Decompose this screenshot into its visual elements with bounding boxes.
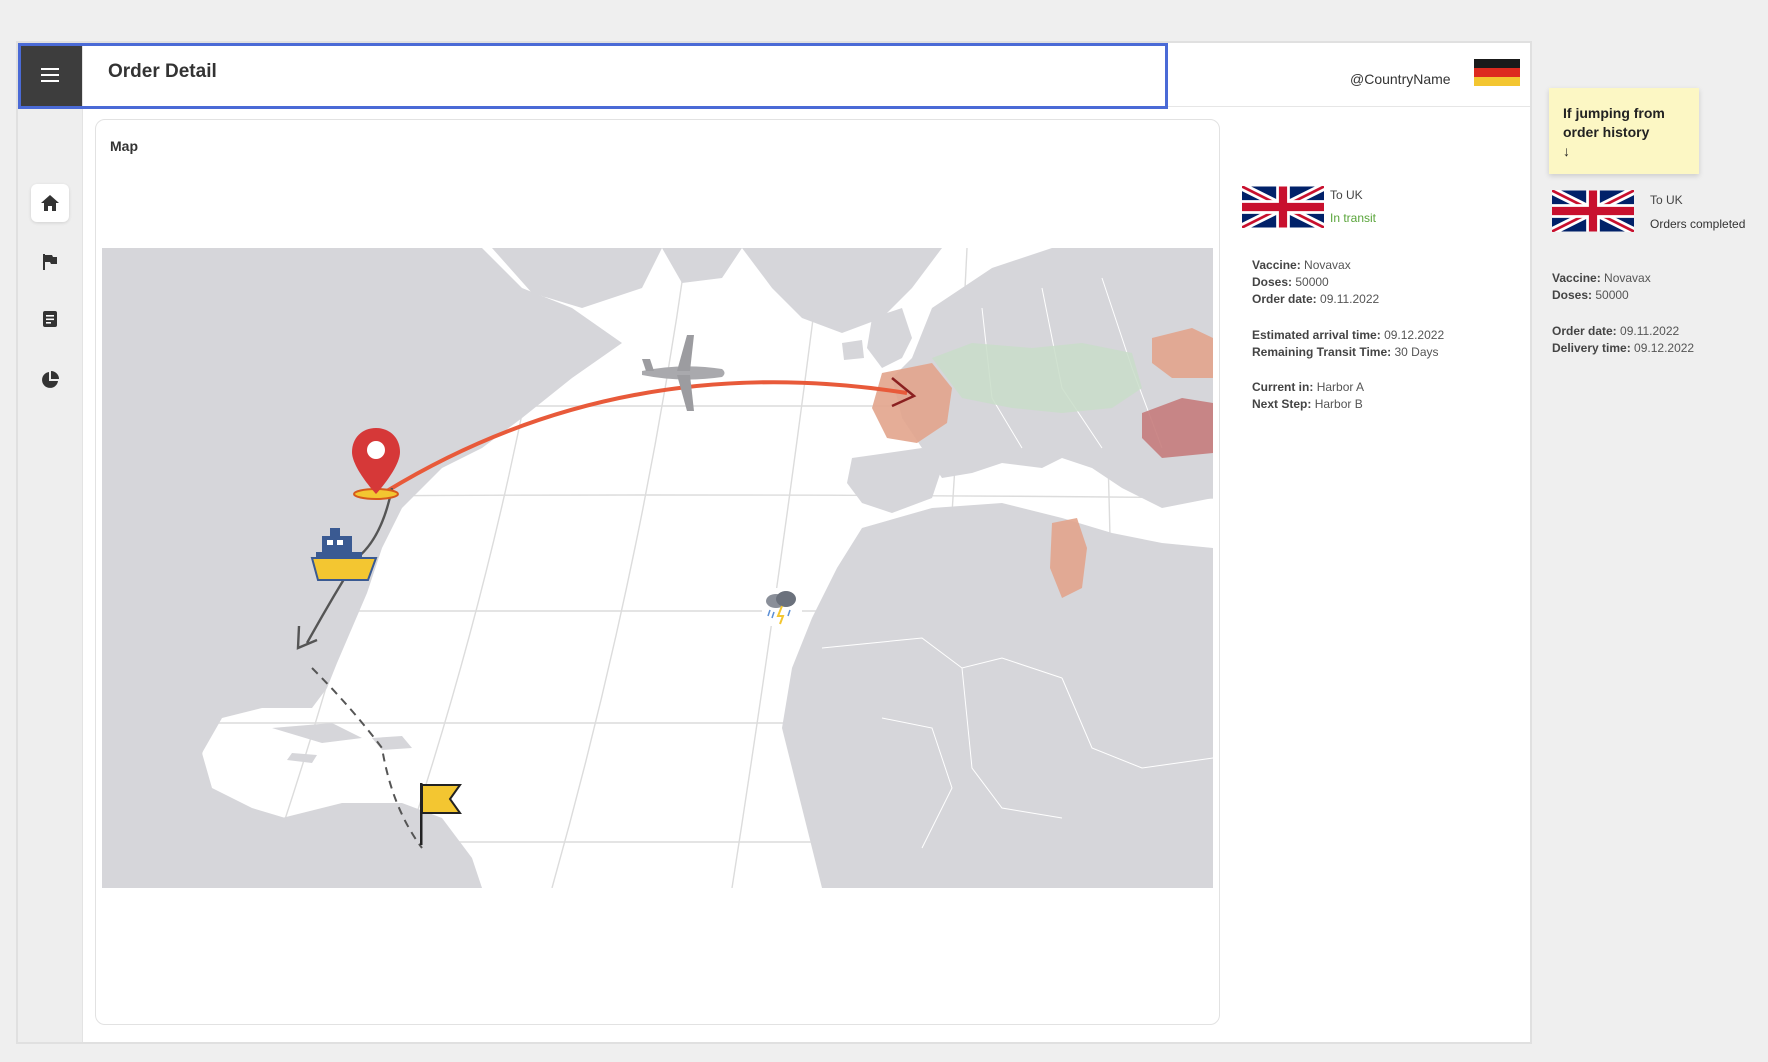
sidebar-item-orders[interactable]: [31, 300, 69, 338]
current-in-value: Harbor A: [1316, 380, 1365, 394]
eta-value: 09.12.2022: [1384, 328, 1445, 342]
vaccine-label: Vaccine:: [1252, 258, 1301, 272]
uk-flag-icon: [1552, 190, 1634, 232]
next-step-label: Next Step:: [1252, 397, 1312, 411]
page-title: Order Detail: [108, 61, 217, 82]
map-title: Map: [110, 138, 138, 154]
transit-status: In transit: [1330, 211, 1377, 225]
flag-icon: [43, 254, 57, 270]
order-date-value: 09.11.2022: [1320, 292, 1380, 306]
header-divider: [82, 106, 1530, 107]
history-doses-value: 50000: [1595, 288, 1629, 302]
sticky-note: If jumping from order history ↓: [1549, 88, 1699, 174]
menu-button[interactable]: [18, 43, 82, 106]
pie-chart-icon: [42, 371, 59, 388]
current-in-label: Current in:: [1252, 380, 1314, 394]
document-icon: [43, 311, 57, 327]
app-window: Order Detail @CountryName Map To UK In t…: [16, 41, 1532, 1044]
down-arrow-icon: ↓: [1563, 143, 1570, 159]
africa-landmass: [782, 503, 1213, 888]
history-status: Orders completed: [1650, 217, 1746, 231]
history-destination-label: To UK: [1650, 193, 1683, 207]
order-details-block: Vaccine: Novavax Doses: 50000 Order date…: [1252, 257, 1502, 308]
uk-flag-icon: [1242, 186, 1324, 228]
transit-details-block: Estimated arrival time: 09.12.2022 Remai…: [1252, 327, 1512, 361]
eta-label: Estimated arrival time:: [1252, 328, 1381, 342]
history-doses-label: Doses:: [1552, 288, 1593, 302]
doses-value: 50000: [1295, 275, 1329, 289]
sticky-note-text: If jumping from order history: [1563, 105, 1665, 140]
history-delivery-value: 09.12.2022: [1634, 341, 1695, 355]
sidebar-item-flag[interactable]: [31, 243, 69, 281]
germany-flag-icon: [1474, 59, 1520, 86]
map-card: Map: [95, 119, 1220, 1025]
sidebar-item-statistics[interactable]: [31, 361, 69, 399]
hamburger-menu-icon: [41, 67, 59, 82]
vaccine-value: Novavax: [1304, 258, 1351, 272]
history-order-details: Vaccine: Novavax Doses: 50000: [1552, 270, 1762, 304]
home-icon: [41, 195, 59, 211]
history-vaccine-label: Vaccine:: [1552, 271, 1601, 285]
country-name: @CountryName: [1350, 71, 1451, 87]
sidebar: [18, 43, 83, 1042]
destination-label: To UK: [1330, 188, 1363, 202]
sidebar-item-home[interactable]: [31, 184, 69, 222]
history-delivery-label: Delivery time:: [1552, 341, 1631, 355]
history-order-date-label: Order date:: [1552, 324, 1617, 338]
remaining-time-value: 30 Days: [1394, 345, 1439, 359]
history-date-details: Order date: 09.11.2022 Delivery time: 09…: [1552, 323, 1762, 357]
route-map[interactable]: [102, 248, 1213, 888]
order-date-label: Order date:: [1252, 292, 1317, 306]
location-details-block: Current in: Harbor A Next Step: Harbor B: [1252, 379, 1502, 413]
remaining-time-label: Remaining Transit Time:: [1252, 345, 1392, 359]
world-map: [102, 248, 1213, 888]
next-step-value: Harbor B: [1314, 397, 1363, 411]
doses-label: Doses:: [1252, 275, 1293, 289]
storm-weather-icon: [762, 588, 802, 626]
history-order-date-value: 09.11.2022: [1620, 324, 1680, 338]
history-vaccine-value: Novavax: [1604, 271, 1651, 285]
